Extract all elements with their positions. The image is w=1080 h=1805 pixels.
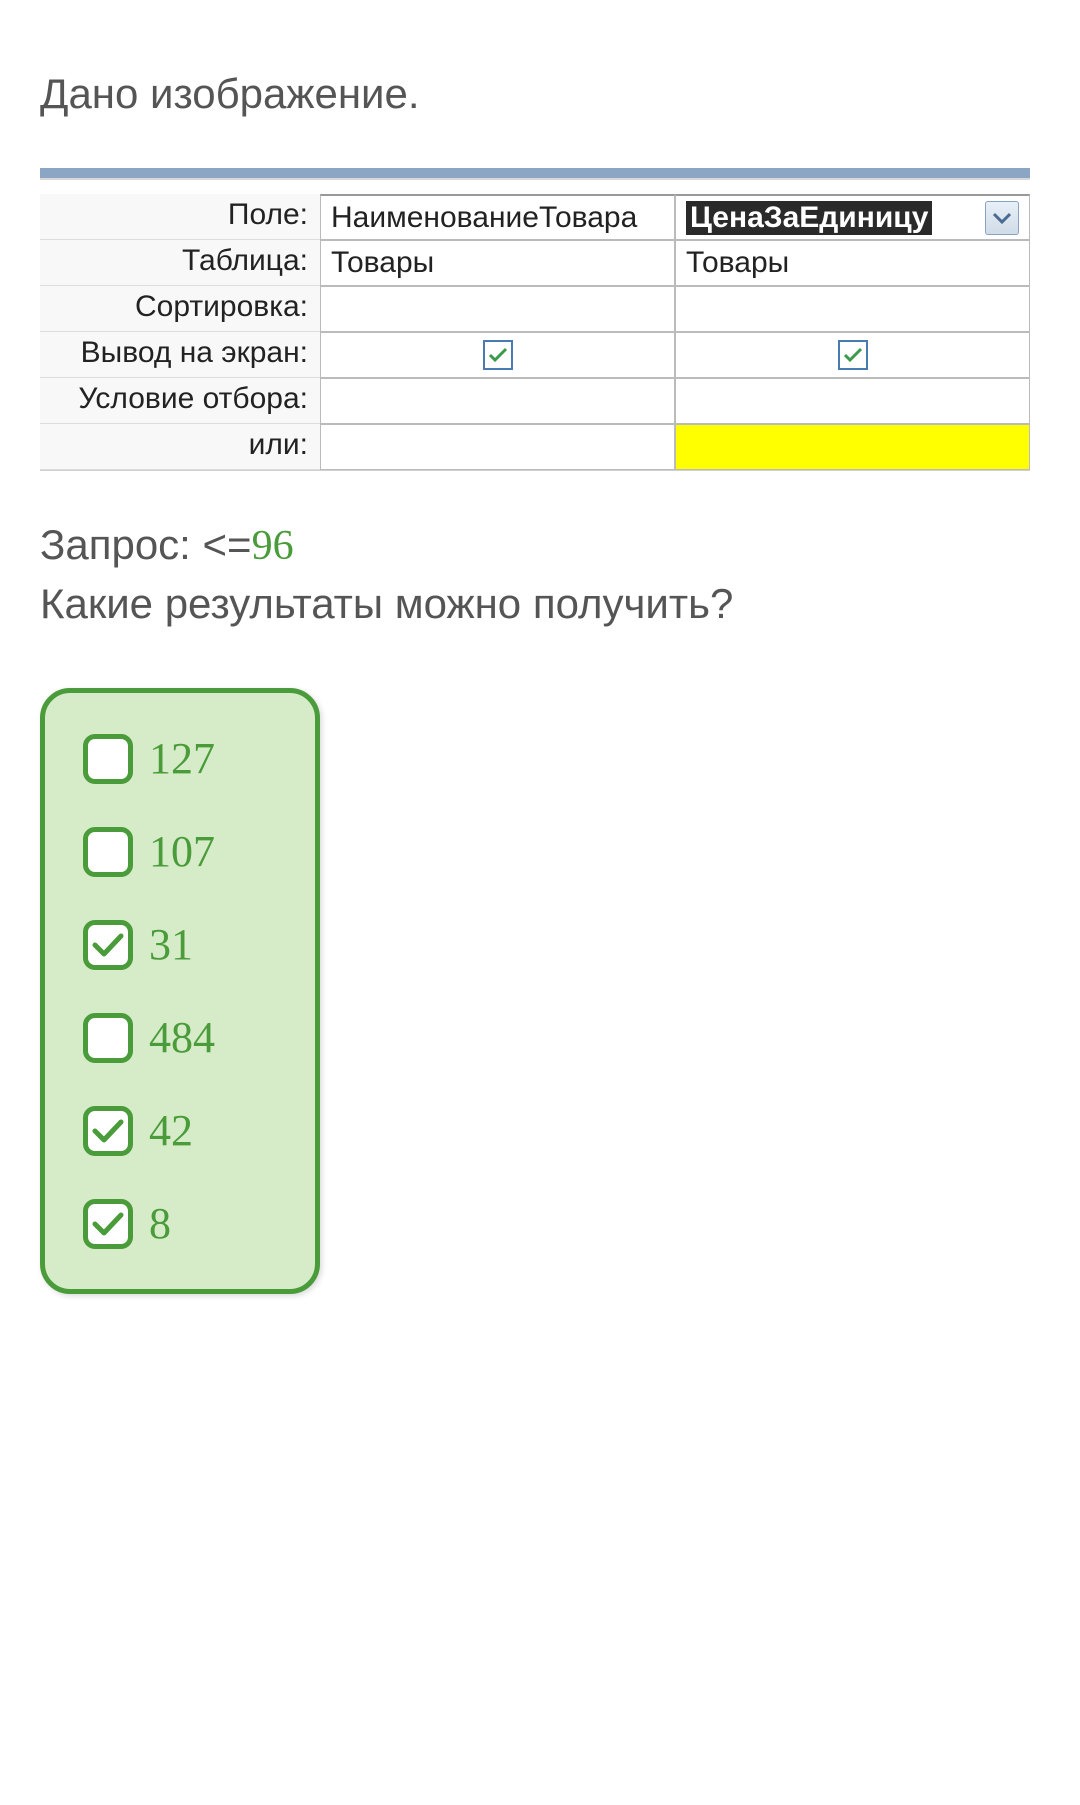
grid-label-field: Поле: [40, 194, 320, 240]
grid-col1-sort[interactable] [320, 286, 675, 332]
option-row-2[interactable]: 31 [83, 919, 277, 970]
option-label-4: 42 [149, 1105, 193, 1156]
option-checkbox-2[interactable] [83, 920, 133, 970]
option-checkbox-5[interactable] [83, 1199, 133, 1249]
grid-col1-criteria[interactable] [320, 378, 675, 424]
option-checkbox-1[interactable] [83, 827, 133, 877]
grid-col2-sort[interactable] [675, 286, 1030, 332]
checkbox-show-col1[interactable] [483, 340, 513, 370]
answer-options-panel: 127 107 31 484 42 8 [40, 688, 320, 1294]
query-designer-grid: Поле: НаименованиеТовара ЦенаЗаЕдиницу Т… [40, 168, 1030, 471]
option-row-4[interactable]: 42 [83, 1105, 277, 1156]
option-row-3[interactable]: 484 [83, 1012, 277, 1063]
option-label-2: 31 [149, 919, 193, 970]
grid-col2-or-highlighted[interactable] [675, 424, 1030, 470]
col2-table-value: Товары [686, 246, 789, 280]
grid-col2-table[interactable]: Товары [675, 240, 1030, 286]
col1-table-value: Товары [331, 246, 434, 280]
grid-col2-criteria[interactable] [675, 378, 1030, 424]
grid-label-sort: Сортировка: [40, 286, 320, 332]
dropdown-arrow-icon[interactable] [985, 201, 1019, 235]
option-label-5: 8 [149, 1198, 171, 1249]
col1-field-value: НаименованиеТовара [331, 201, 637, 235]
intro-text: Дано изображение. [40, 70, 1040, 118]
option-checkbox-4[interactable] [83, 1106, 133, 1156]
option-row-1[interactable]: 107 [83, 826, 277, 877]
col2-field-value-selected: ЦенаЗаЕдиницу [686, 201, 932, 235]
grid-col1-show[interactable] [320, 332, 675, 378]
option-label-1: 107 [149, 826, 215, 877]
grid-col2-show[interactable] [675, 332, 1030, 378]
query-value: 96 [252, 523, 294, 569]
grid-col2-field[interactable]: ЦенаЗаЕдиницу [675, 194, 1030, 240]
checkbox-show-col2[interactable] [838, 340, 868, 370]
option-row-5[interactable]: 8 [83, 1198, 277, 1249]
grid-col1-or[interactable] [320, 424, 675, 470]
option-checkbox-3[interactable] [83, 1013, 133, 1063]
grid-label-table: Таблица: [40, 240, 320, 286]
query-prefix: Запрос: <= [40, 521, 252, 568]
grid-label-criteria: Условие отбора: [40, 378, 320, 424]
query-text: Запрос: <=96 [40, 521, 1040, 570]
grid-label-show: Вывод на экран: [40, 332, 320, 378]
option-label-0: 127 [149, 733, 215, 784]
option-row-0[interactable]: 127 [83, 733, 277, 784]
option-checkbox-0[interactable] [83, 734, 133, 784]
grid-label-or: или: [40, 424, 320, 470]
grid-col1-table[interactable]: Товары [320, 240, 675, 286]
question-text: Какие результаты можно получить? [40, 580, 1040, 628]
option-label-3: 484 [149, 1012, 215, 1063]
grid-col1-field[interactable]: НаименованиеТовара [320, 194, 675, 240]
